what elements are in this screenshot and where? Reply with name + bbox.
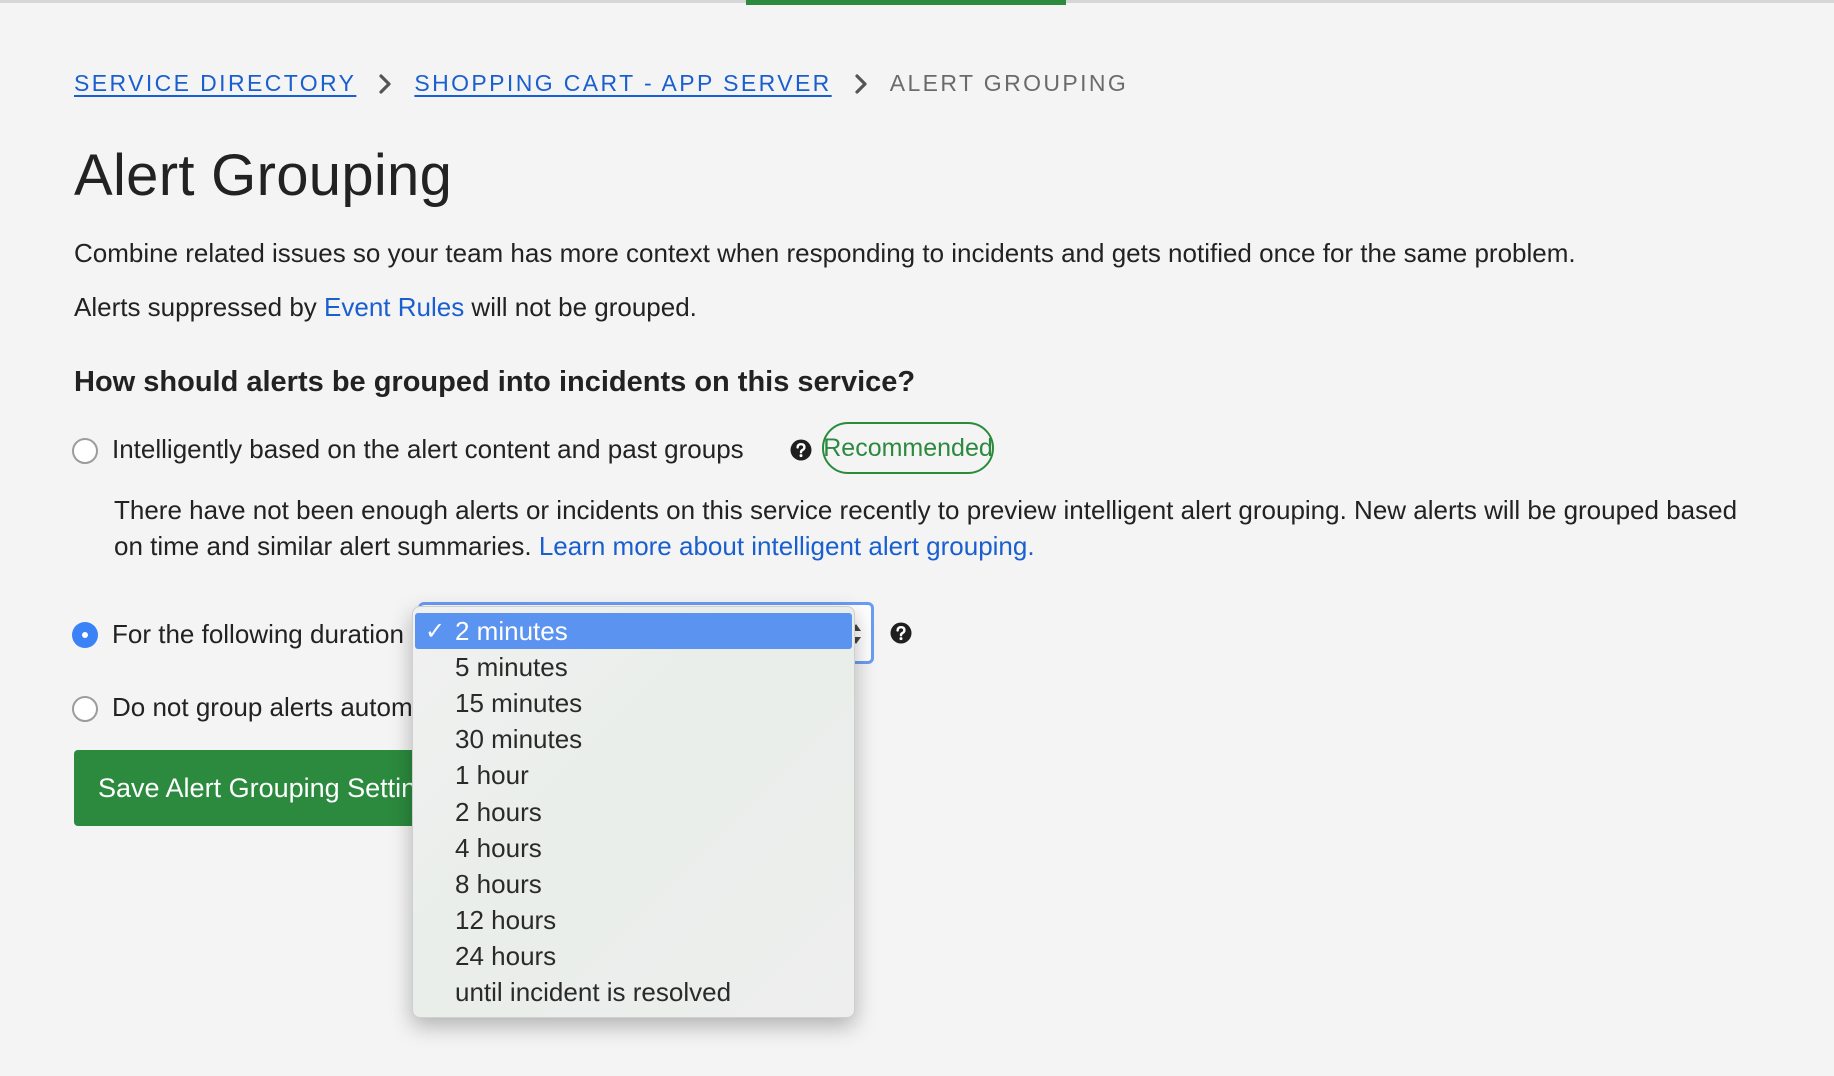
breadcrumb-link-shopping-cart[interactable]: SHOPPING CART - APP SERVER: [414, 70, 831, 97]
breadcrumb-current: ALERT GROUPING: [889, 70, 1129, 96]
dropdown-option[interactable]: 12 hours: [413, 903, 854, 939]
suppressed-suffix: will not be grouped.: [464, 292, 697, 322]
intelligent-note: There have not been enough alerts or inc…: [114, 492, 1754, 564]
radio-intelligent[interactable]: [72, 438, 98, 464]
save-settings-button[interactable]: Save Alert Grouping Settings: [74, 750, 434, 826]
question-circle-icon[interactable]: [890, 622, 912, 644]
question-circle-icon[interactable]: [790, 439, 812, 461]
dropdown-option[interactable]: 2 hours: [413, 794, 854, 830]
radio-duration[interactable]: [72, 622, 98, 648]
dropdown-option[interactable]: 15 minutes: [413, 685, 854, 721]
radio-no-grouping[interactable]: [72, 696, 98, 722]
suppressed-note: Alerts suppressed by Event Rules will no…: [74, 292, 697, 323]
dropdown-option[interactable]: 30 minutes: [413, 722, 854, 758]
event-rules-link[interactable]: Event Rules: [324, 292, 464, 322]
option-duration-label: For the following duration: [112, 619, 404, 649]
page-description: Combine related issues so your team has …: [74, 238, 1576, 268]
grouping-question: How should alerts be grouped into incide…: [74, 366, 916, 398]
page-title: Alert Grouping: [74, 143, 453, 208]
option-intelligent-label: Intelligently based on the alert content…: [112, 434, 744, 464]
chevron-right-icon: [832, 73, 890, 95]
option-no-grouping-label: Do not group alerts autom: [112, 692, 412, 722]
dropdown-option[interactable]: 4 hours: [413, 830, 854, 866]
top-active-tab-indicator: [746, 0, 1066, 5]
dropdown-option[interactable]: until incident is resolved: [413, 975, 854, 1011]
top-progress-line: [0, 0, 1834, 5]
suppressed-prefix: Alerts suppressed by: [74, 292, 325, 322]
learn-more-link[interactable]: Learn more about intelligent alert group…: [539, 531, 1035, 561]
dropdown-option[interactable]: 24 hours: [413, 939, 854, 975]
chevron-right-icon: [356, 73, 414, 95]
dropdown-option[interactable]: 1 hour: [413, 758, 854, 794]
checkmark-icon: ✓: [425, 617, 446, 645]
dropdown-option[interactable]: ✓ 2 minutes: [415, 613, 852, 650]
breadcrumb-link-service-directory[interactable]: SERVICE DIRECTORY: [74, 70, 356, 97]
recommended-badge: Recommended: [822, 422, 994, 474]
dropdown-option[interactable]: 8 hours: [413, 866, 854, 902]
duration-dropdown-list: ✓ 2 minutes 5 minutes 15 minutes 30 minut…: [412, 606, 855, 1018]
dropdown-option[interactable]: 5 minutes: [413, 649, 854, 685]
breadcrumb: SERVICE DIRECTORY SHOPPING CART - APP SE…: [74, 70, 1128, 97]
